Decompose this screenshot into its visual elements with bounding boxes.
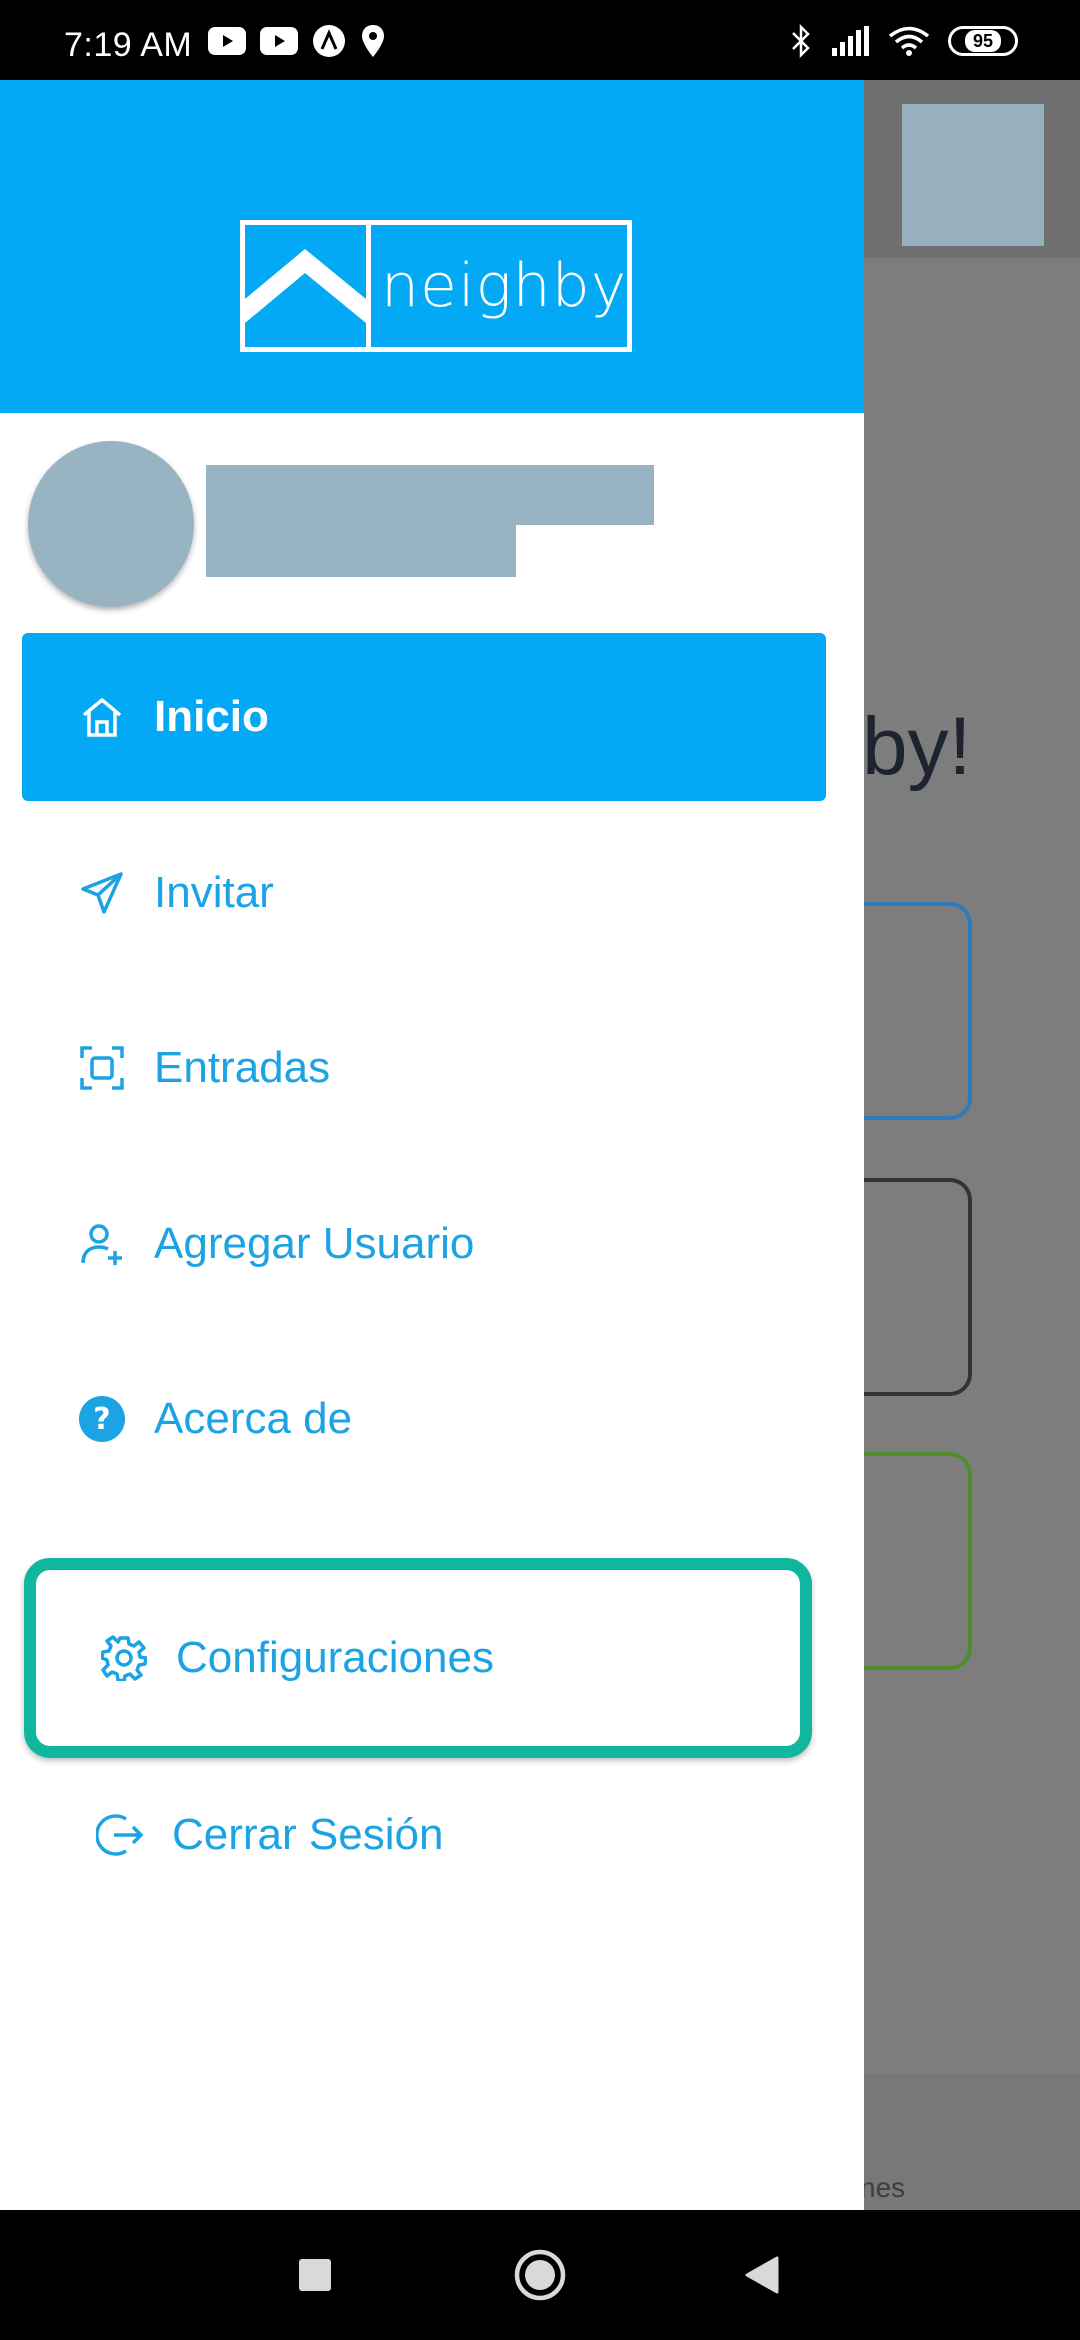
back-button[interactable] xyxy=(732,2245,792,2305)
menu-item-acerca-de[interactable]: ? Acerca de xyxy=(22,1335,826,1503)
system-icons: 95 xyxy=(790,24,1018,58)
background-bottom-label: nes xyxy=(860,2172,906,2203)
wifi-icon xyxy=(888,26,930,56)
menu-item-invitar[interactable]: Invitar xyxy=(22,809,826,977)
home-icon xyxy=(74,689,130,745)
status-bar: 7:19 AM 95 xyxy=(0,0,1080,80)
background-title: by! xyxy=(862,701,972,792)
menu-item-entradas[interactable]: Entradas xyxy=(22,984,826,1152)
drawer-header: neighby xyxy=(0,80,864,413)
status-time: 7:19 AM xyxy=(64,26,193,64)
recents-button[interactable] xyxy=(285,2245,345,2305)
app-notification-icon xyxy=(313,25,345,57)
help-icon: ? xyxy=(74,1391,130,1447)
youtube-icon xyxy=(260,27,298,55)
send-icon xyxy=(74,865,130,921)
menu-item-label: Entradas xyxy=(154,1043,331,1092)
bluetooth-icon xyxy=(792,24,810,58)
background-avatar xyxy=(902,104,1044,246)
avatar[interactable] xyxy=(28,441,194,607)
profile-section xyxy=(0,413,864,607)
menu-item-cerrar-sesion[interactable]: Cerrar Sesión xyxy=(22,1751,826,1919)
redacted-user-name xyxy=(206,465,654,525)
menu-item-label: Cerrar Sesión xyxy=(172,1810,444,1859)
svg-text:?: ? xyxy=(93,1402,110,1437)
circle-icon xyxy=(514,2249,566,2301)
location-icon xyxy=(362,25,384,57)
square-icon xyxy=(299,2259,331,2291)
neighby-logo: neighby xyxy=(240,220,633,352)
menu-item-configuraciones[interactable]: Configuraciones xyxy=(24,1558,812,1758)
menu-item-label: Inicio xyxy=(154,692,269,741)
logo-text: neighby xyxy=(366,220,633,352)
menu-item-agregar-usuario[interactable]: Agregar Usuario xyxy=(22,1160,826,1328)
redacted-user-detail xyxy=(206,525,516,577)
back-triangle-icon xyxy=(745,2256,779,2294)
gear-icon xyxy=(96,1630,152,1686)
menu-item-label: Invitar xyxy=(154,868,274,917)
add-user-icon xyxy=(74,1216,130,1272)
battery-level: 95 xyxy=(964,30,1002,52)
menu-item-label: Configuraciones xyxy=(176,1633,494,1682)
menu-item-inicio[interactable]: Inicio xyxy=(22,633,826,801)
signal-icon xyxy=(832,26,869,56)
notification-icons xyxy=(208,24,386,58)
navigation-drawer: neighby Inicio Invitar Entradas Agregar … xyxy=(0,80,864,2210)
youtube-icon xyxy=(208,27,246,55)
logout-icon xyxy=(92,1807,148,1863)
home-button[interactable] xyxy=(510,2245,570,2305)
scan-icon xyxy=(74,1040,130,1096)
menu-item-label: Agregar Usuario xyxy=(154,1219,475,1268)
logo-roof-icon xyxy=(240,220,366,352)
menu-item-label: Acerca de xyxy=(154,1394,353,1443)
battery-indicator: 95 xyxy=(948,26,1018,56)
system-navigation-bar xyxy=(0,2210,1080,2340)
